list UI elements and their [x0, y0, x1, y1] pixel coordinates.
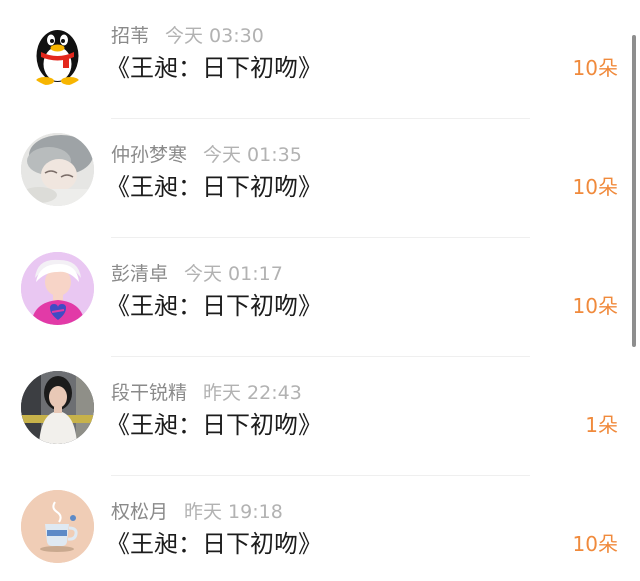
avatar[interactable] — [21, 252, 94, 325]
list-item[interactable]: 招苇 今天 03:30 《王昶：日下初吻》 10朵 — [0, 0, 640, 119]
timestamp: 今天 01:35 — [203, 144, 302, 166]
timestamp: 昨天 19:18 — [184, 501, 283, 523]
user-name[interactable]: 权松月 — [111, 501, 168, 523]
coffee-cup-illustration — [21, 490, 94, 563]
list-item[interactable]: 彭清卓 今天 01:17 《王昶：日下初吻》 10朵 — [0, 238, 640, 357]
work-title[interactable]: 《王昶：日下初吻》 — [106, 172, 322, 202]
gift-record-list: 招苇 今天 03:30 《王昶：日下初吻》 10朵 仲孙梦寒 今天 01:35 《王… — [0, 0, 640, 581]
avatar[interactable] — [21, 133, 94, 206]
user-name[interactable]: 段干锐精 — [111, 382, 187, 404]
list-item[interactable]: 仲孙梦寒 今天 01:35 《王昶：日下初吻》 10朵 — [0, 119, 640, 238]
avatar[interactable] — [21, 371, 94, 444]
girl-portrait-photo — [21, 371, 94, 444]
gift-count: 10朵 — [572, 532, 618, 556]
user-name[interactable]: 彭清卓 — [111, 263, 168, 285]
scrollbar[interactable] — [632, 35, 636, 347]
gift-count: 10朵 — [572, 294, 618, 318]
user-name[interactable]: 仲孙梦寒 — [111, 144, 187, 166]
work-title[interactable]: 《王昶：日下初吻》 — [106, 291, 322, 321]
list-item[interactable]: 权松月 昨天 19:18 《王昶：日下初吻》 10朵 — [0, 476, 640, 581]
avatar[interactable] — [21, 14, 94, 87]
list-item[interactable]: 段干锐精 昨天 22:43 《王昶：日下初吻》 1朵 — [0, 357, 640, 476]
work-title[interactable]: 《王昶：日下初吻》 — [106, 53, 322, 83]
timestamp: 今天 03:30 — [165, 25, 264, 47]
timestamp: 今天 01:17 — [184, 263, 283, 285]
work-title[interactable]: 《王昶：日下初吻》 — [106, 529, 322, 559]
work-title[interactable]: 《王昶：日下初吻》 — [106, 410, 322, 440]
gift-count: 10朵 — [572, 56, 618, 80]
pink-cartoon-girl-illustration — [21, 252, 94, 325]
qq-penguin-icon — [36, 30, 79, 85]
gift-count: 10朵 — [572, 175, 618, 199]
sleeping-person-photo — [21, 133, 94, 206]
timestamp: 昨天 22:43 — [203, 382, 302, 404]
gift-count: 1朵 — [585, 413, 618, 437]
user-name[interactable]: 招苇 — [111, 25, 149, 47]
avatar[interactable] — [21, 490, 94, 563]
